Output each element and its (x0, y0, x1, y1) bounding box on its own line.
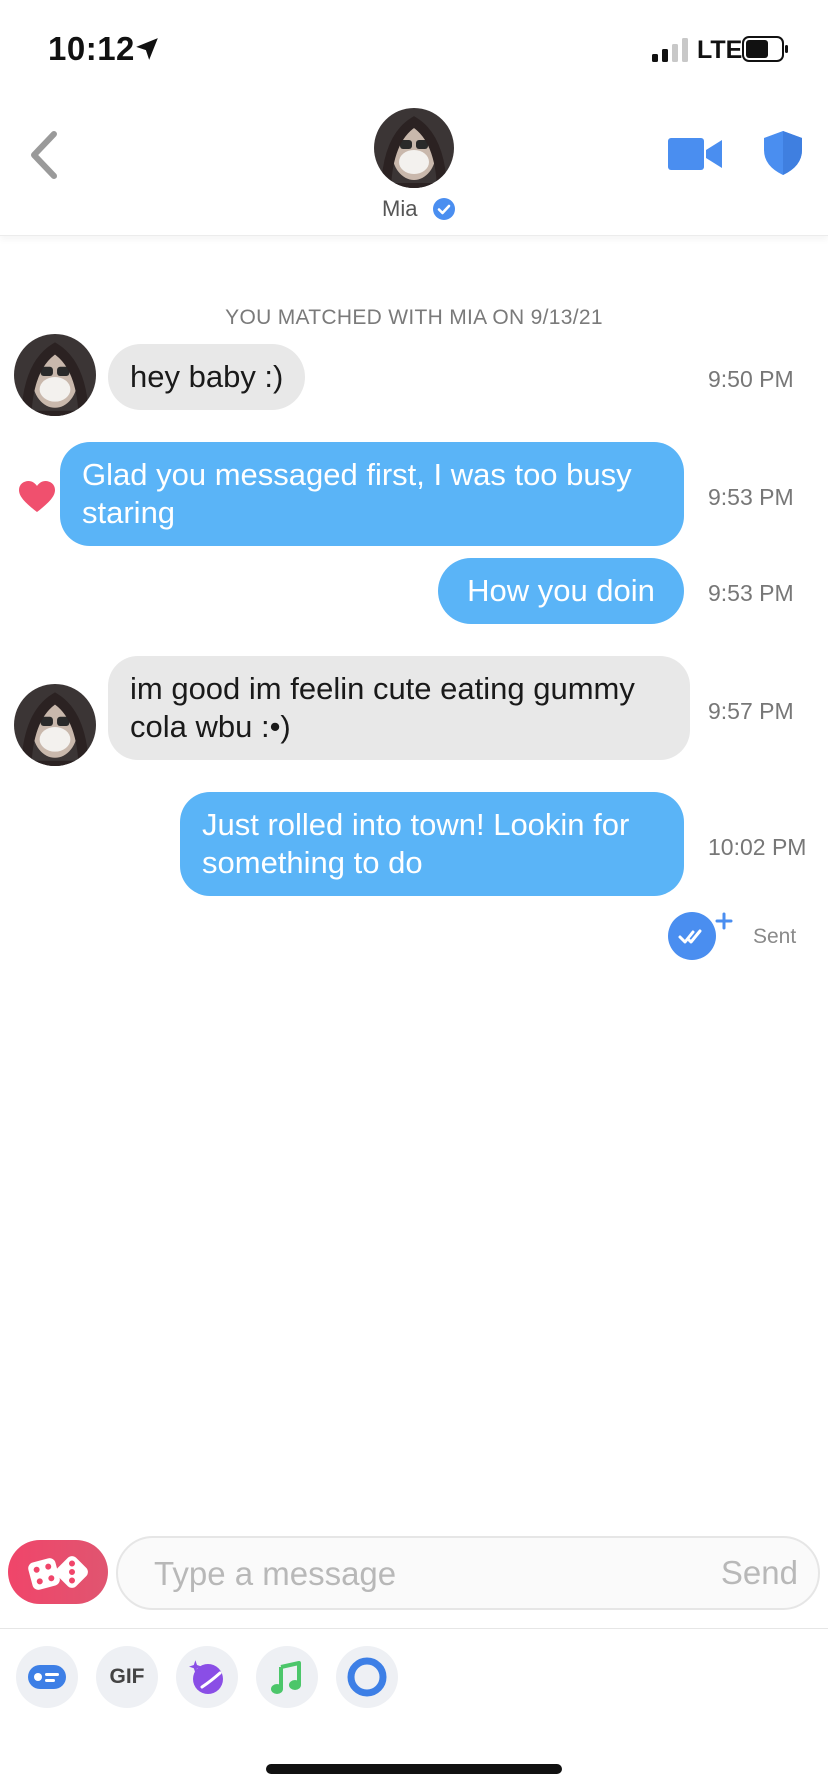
read-receipt-icon[interactable] (668, 910, 734, 960)
card-button[interactable] (16, 1646, 78, 1708)
send-button[interactable]: Send (721, 1554, 798, 1592)
gif-button[interactable]: GIF (96, 1646, 158, 1708)
contact-avatar[interactable] (374, 108, 454, 188)
avatar-photo (14, 334, 96, 416)
divider (0, 1628, 828, 1629)
status-time: 10:12 (48, 30, 135, 67)
avatar-photo (374, 108, 454, 188)
message-bubble-outgoing[interactable]: Glad you messaged first, I was too busy … (60, 442, 684, 546)
avatar-photo (14, 684, 96, 766)
contact-name[interactable]: Mia (382, 196, 417, 222)
status-bar: 10:12 LTE (0, 0, 828, 100)
heart-like-icon[interactable] (18, 480, 56, 514)
music-button[interactable] (256, 1646, 318, 1708)
signal-strength-icon (652, 38, 688, 62)
match-banner: YOU MATCHED WITH MIA ON 9/13/21 (225, 306, 603, 329)
message-bubble-incoming[interactable]: hey baby :) (108, 344, 306, 410)
message-time: 10:02 PM (708, 834, 807, 860)
card-icon (28, 1665, 66, 1689)
gif-icon: GIF (109, 1665, 145, 1688)
back-chevron-icon[interactable] (26, 128, 62, 182)
circle-icon (347, 1657, 387, 1697)
network-type: LTE (697, 36, 743, 64)
contact-avatar-small[interactable] (14, 334, 96, 416)
dice-games-button[interactable] (8, 1540, 108, 1604)
home-indicator (266, 1764, 562, 1774)
safety-shield-icon[interactable] (762, 130, 804, 176)
location-arrow-icon (136, 38, 158, 60)
message-bubble-outgoing[interactable]: How you doin (438, 558, 684, 624)
message-time: 9:53 PM (708, 580, 794, 606)
chat-header: Mia (0, 100, 828, 236)
verified-badge-icon (433, 198, 455, 220)
sticker-icon (189, 1660, 223, 1694)
battery-icon (742, 36, 788, 62)
video-call-icon[interactable] (668, 136, 724, 172)
message-bubble-outgoing[interactable]: Just rolled into town! Lookin for someth… (180, 792, 684, 896)
music-icon (271, 1661, 301, 1694)
contact-avatar-small[interactable] (14, 684, 96, 766)
dice-icon (28, 1556, 88, 1590)
message-time: 9:50 PM (708, 366, 794, 392)
message-time: 9:53 PM (708, 484, 794, 510)
sticker-button[interactable] (176, 1646, 238, 1708)
circle-button[interactable] (336, 1646, 398, 1708)
message-input-container: Send (116, 1536, 820, 1610)
message-time: 9:57 PM (708, 698, 794, 724)
delivery-status: Sent (753, 925, 797, 948)
message-input[interactable] (154, 1552, 674, 1596)
message-bubble-incoming[interactable]: im good im feelin cute eating gummy cola… (108, 656, 690, 760)
